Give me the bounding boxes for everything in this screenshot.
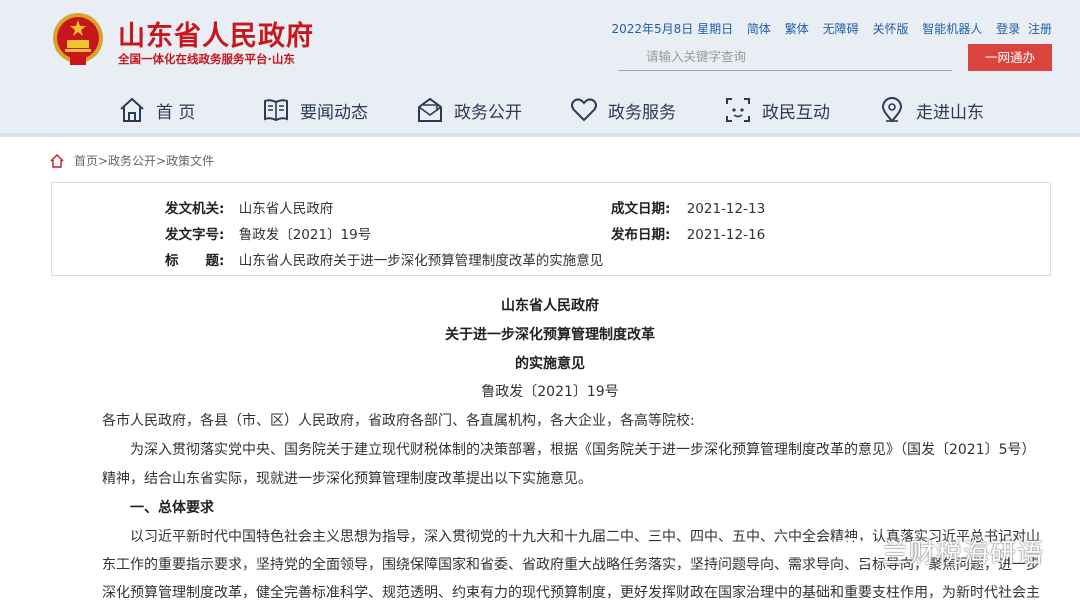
home-icon <box>120 97 144 122</box>
link-care-mode[interactable]: 关怀版 <box>872 22 908 36</box>
main-nav: 首 页 要闻动态 政务公开 政务服务 政民互动 走进山东 <box>0 88 1080 132</box>
info-title: 标 题: 山东省人民政府关于进一步深化预算管理制度改革的实施意见 <box>165 249 603 269</box>
wechat-icon <box>836 537 875 565</box>
nav-open-affairs[interactable]: 政务公开 <box>416 88 522 132</box>
breadcrumb: 首页>政务公开>政策文件 <box>50 152 214 169</box>
link-traditional[interactable]: 繁体 <box>785 22 809 36</box>
search-input[interactable] <box>618 44 952 68</box>
site-header: 山东省人民政府 全国一体化在线政务服务平台·山东 2022年5月8日 星期日 简… <box>0 0 1080 133</box>
document-title-line-3: 的实施意见 <box>515 356 585 372</box>
nav-services[interactable]: 政务服务 <box>570 88 676 132</box>
link-accessibility[interactable]: 无障碍 <box>823 22 859 36</box>
info-label: 成文日期: <box>611 201 671 217</box>
top-links: 2022年5月8日 星期日 简体 繁体 无障碍 关怀版 智能机器人 登录 注册 <box>611 20 1052 37</box>
nav-label: 政民互动 <box>762 102 830 123</box>
link-simplified[interactable]: 简体 <box>747 22 771 36</box>
info-value: 山东省人民政府关于进一步深化预算管理制度改革的实施意见 <box>238 253 604 269</box>
one-stop-service-button[interactable]: 一网通办 <box>968 44 1052 71</box>
info-label: 发文字号: <box>165 227 225 243</box>
info-label: 标 题: <box>165 253 225 269</box>
info-issuer: 发文机关: 山东省人民政府 <box>165 197 333 217</box>
document-title-line-2: 关于进一步深化预算管理制度改革 <box>445 327 655 343</box>
current-date: 2022年5月8日 星期日 <box>611 22 734 36</box>
nav-label: 走进山东 <box>916 102 984 123</box>
breadcrumb-path[interactable]: 首页>政务公开>政策文件 <box>74 152 214 169</box>
nav-label: 要闻动态 <box>300 102 368 123</box>
chat-icon <box>726 98 750 122</box>
info-date-made: 成文日期: 2021-12-13 <box>611 197 765 217</box>
document-addressee: 各市人民政府，各县（市、区）人民政府，省政府各部门、各直属机构，各大企业，各高等… <box>102 413 695 429</box>
document-title-line-1: 山东省人民政府 <box>501 298 599 314</box>
info-value: 山东省人民政府 <box>238 201 334 217</box>
national-emblem-icon <box>53 13 103 65</box>
document-info-box: 发文机关: 山东省人民政府 成文日期: 2021-12-13 发文字号: 鲁政发… <box>51 182 1051 276</box>
header-divider <box>0 133 1080 137</box>
nav-label: 政务公开 <box>454 102 522 123</box>
link-register[interactable]: 注册 <box>1028 22 1052 36</box>
open-mail-icon <box>418 97 442 122</box>
paragraph-line: 精神，结合山东省实际，现就进一步深化预算管理制度改革提出以下实施意见。 <box>102 471 592 487</box>
watermark-text: 兰财税海研语 <box>882 539 1045 569</box>
wechat-watermark: 兰财税海研语 <box>836 533 1044 570</box>
search-box <box>618 44 952 71</box>
home-icon[interactable] <box>50 153 64 168</box>
info-value: 鲁政发〔2021〕19号 <box>238 227 372 243</box>
info-value: 2021-12-16 <box>686 227 766 243</box>
section-heading: 一、总体要求 <box>130 500 214 516</box>
nav-news[interactable]: 要闻动态 <box>262 88 368 132</box>
nav-label: 政务服务 <box>608 102 676 123</box>
news-icon <box>264 99 288 122</box>
paragraph-line: 为深入贯彻落实党中央、国务院关于建立现代财税体制的决策部署，根据《国务院关于进一… <box>130 442 1036 458</box>
info-date-pub: 发布日期: 2021-12-16 <box>611 223 765 243</box>
heart-icon <box>571 98 597 122</box>
info-label: 发文机关: <box>165 201 225 217</box>
paragraph-line: 深化预算管理制度改革，健全完善标准科学、规范透明、约束有力的现代预算制度，更好发… <box>102 585 1040 601</box>
site-subtitle: 全国一体化在线政务服务平台·山东 <box>118 52 295 66</box>
link-robot[interactable]: 智能机器人 <box>922 22 982 36</box>
link-login[interactable]: 登录 <box>996 22 1020 36</box>
document-code: 鲁政发〔2021〕19号 <box>481 384 619 400</box>
nav-home[interactable]: 首 页 <box>118 88 195 132</box>
nav-interaction[interactable]: 政民互动 <box>724 88 830 132</box>
info-value: 2021-12-13 <box>686 201 766 217</box>
location-icon <box>881 97 903 123</box>
nav-label: 首 页 <box>156 102 196 123</box>
site-name[interactable]: 山东省人民政府 <box>118 14 314 53</box>
nav-about-shandong[interactable]: 走进山东 <box>878 88 984 132</box>
info-label: 发布日期: <box>611 227 671 243</box>
info-doc-no: 发文字号: 鲁政发〔2021〕19号 <box>165 223 371 243</box>
